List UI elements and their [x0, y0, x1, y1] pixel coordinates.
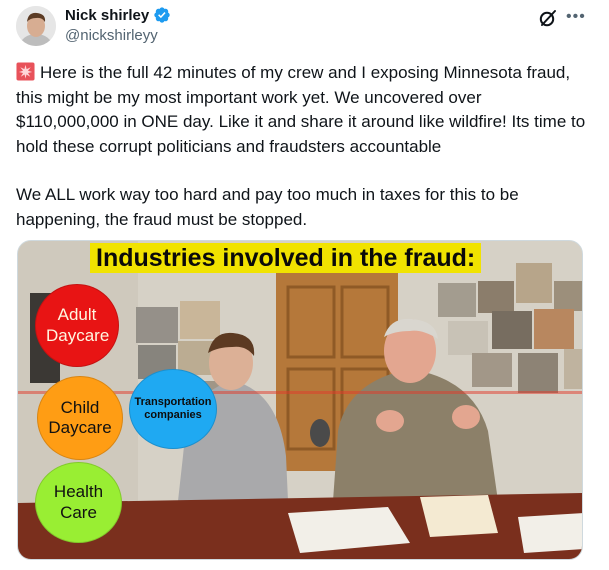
more-options-icon[interactable]: •••: [566, 8, 586, 26]
circle-adult-daycare: Adult Daycare: [35, 284, 119, 367]
circle-label-child-daycare: Child Daycare: [48, 397, 112, 437]
verified-badge-icon: [154, 7, 170, 23]
media-title: Industries involved in the fraud:: [90, 243, 482, 273]
folders-right: [420, 495, 498, 537]
circle-child-daycare: Child Daycare: [37, 376, 123, 460]
author-display-name[interactable]: Nick shirley: [65, 7, 149, 24]
avatar-photo-icon: [16, 6, 56, 46]
tweet-paragraph-1-text: Here is the full 42 minutes of my crew a…: [16, 63, 586, 156]
circle-transportation-companies: Transportation companies: [129, 369, 217, 449]
circle-label-transportation: Transportation companies: [134, 395, 212, 421]
tweet-paragraph-1: Here is the full 42 minutes of my crew a…: [16, 61, 586, 159]
tweet-text: Here is the full 42 minutes of my crew a…: [16, 61, 586, 232]
tweet-media[interactable]: Industries involved in the fraud: Adult …: [17, 240, 583, 560]
tweet-paragraph-2: We ALL work way too hard and pay too muc…: [16, 185, 519, 229]
circle-health-care: Health Care: [35, 462, 122, 543]
circle-label-adult-daycare: Adult Daycare: [46, 305, 110, 345]
author-name-row: Nick shirley: [65, 6, 171, 24]
grok-icon[interactable]: [538, 8, 558, 28]
papers-right: [518, 513, 582, 553]
rotating-light-emoji: [16, 62, 35, 81]
circle-label-health-care: Health Care: [53, 482, 104, 522]
author-handle[interactable]: @nickshirleyy: [65, 27, 158, 44]
avatar[interactable]: [16, 6, 56, 46]
